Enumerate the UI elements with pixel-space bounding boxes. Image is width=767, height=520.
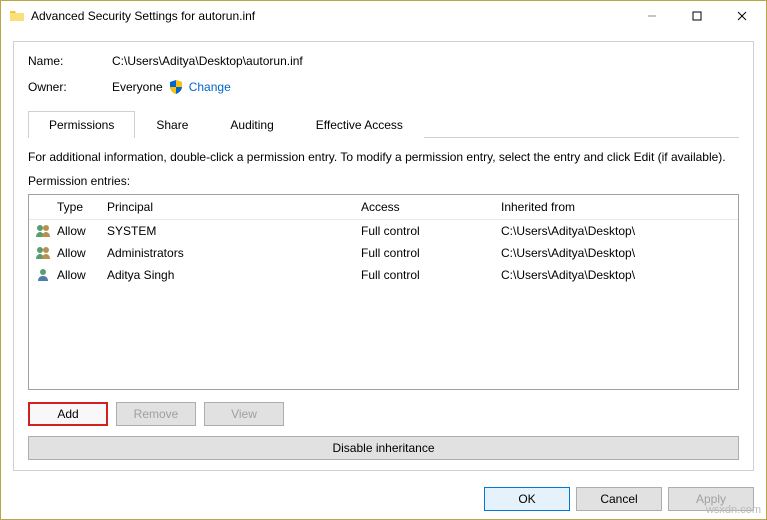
header-principal[interactable]: Principal: [107, 200, 361, 214]
watermark: wsxdn.com: [706, 504, 761, 516]
cell-principal: Aditya Singh: [107, 268, 361, 282]
window-title: Advanced Security Settings for autorun.i…: [31, 9, 629, 23]
footer: OK Cancel Apply: [1, 479, 766, 519]
add-button[interactable]: Add: [28, 402, 108, 426]
cell-inherited: C:\Users\Aditya\Desktop\: [501, 224, 732, 238]
user-icon: [35, 267, 51, 283]
ok-button[interactable]: OK: [484, 487, 570, 511]
disable-inheritance-button[interactable]: Disable inheritance: [28, 436, 739, 460]
table-row[interactable]: Allow SYSTEM Full control C:\Users\Adity…: [29, 220, 738, 242]
view-button[interactable]: View: [204, 402, 284, 426]
name-row: Name: C:\Users\Aditya\Desktop\autorun.in…: [28, 54, 739, 68]
header-access[interactable]: Access: [361, 200, 501, 214]
permission-table: Type Principal Access Inherited from All…: [28, 194, 739, 390]
button-row: Add Remove View: [28, 402, 739, 426]
tab-permissions[interactable]: Permissions: [28, 111, 135, 138]
cell-inherited: C:\Users\Aditya\Desktop\: [501, 268, 732, 282]
cell-inherited: C:\Users\Aditya\Desktop\: [501, 246, 732, 260]
table-row[interactable]: Allow Administrators Full control C:\Use…: [29, 242, 738, 264]
cell-principal: Administrators: [107, 246, 361, 260]
entries-label: Permission entries:: [28, 174, 739, 188]
cell-access: Full control: [361, 268, 501, 282]
close-button[interactable]: [719, 2, 764, 30]
cell-access: Full control: [361, 246, 501, 260]
change-owner-link[interactable]: Change: [189, 80, 231, 94]
titlebar: Advanced Security Settings for autorun.i…: [1, 1, 766, 31]
shield-icon: [169, 80, 183, 94]
table-row[interactable]: Allow Aditya Singh Full control C:\Users…: [29, 264, 738, 286]
table-body: Allow SYSTEM Full control C:\Users\Adity…: [29, 220, 738, 389]
cell-access: Full control: [361, 224, 501, 238]
owner-value: Everyone: [112, 80, 163, 94]
cell-type: Allow: [57, 246, 107, 260]
maximize-button[interactable]: [674, 2, 719, 30]
owner-label: Owner:: [28, 80, 112, 94]
tab-bar: Permissions Share Auditing Effective Acc…: [28, 110, 739, 138]
minimize-button[interactable]: [629, 2, 674, 30]
name-label: Name:: [28, 54, 112, 68]
window-controls: [629, 2, 764, 30]
table-header: Type Principal Access Inherited from: [29, 195, 738, 220]
tab-auditing[interactable]: Auditing: [209, 111, 294, 138]
tab-effective-access[interactable]: Effective Access: [295, 111, 424, 138]
name-value: C:\Users\Aditya\Desktop\autorun.inf: [112, 54, 303, 68]
folder-icon: [9, 8, 25, 24]
window-frame: Advanced Security Settings for autorun.i…: [0, 0, 767, 520]
users-icon: [35, 245, 51, 261]
cell-type: Allow: [57, 268, 107, 282]
header-type[interactable]: Type: [57, 200, 107, 214]
cancel-button[interactable]: Cancel: [576, 487, 662, 511]
cell-principal: SYSTEM: [107, 224, 361, 238]
users-icon: [35, 223, 51, 239]
inner-panel: Name: C:\Users\Aditya\Desktop\autorun.in…: [13, 41, 754, 471]
info-text: For additional information, double-click…: [28, 150, 739, 164]
owner-row: Owner: Everyone Change: [28, 80, 739, 94]
content-area: Name: C:\Users\Aditya\Desktop\autorun.in…: [1, 31, 766, 479]
remove-button[interactable]: Remove: [116, 402, 196, 426]
header-inherited[interactable]: Inherited from: [501, 200, 732, 214]
cell-type: Allow: [57, 224, 107, 238]
tab-share[interactable]: Share: [135, 111, 209, 138]
